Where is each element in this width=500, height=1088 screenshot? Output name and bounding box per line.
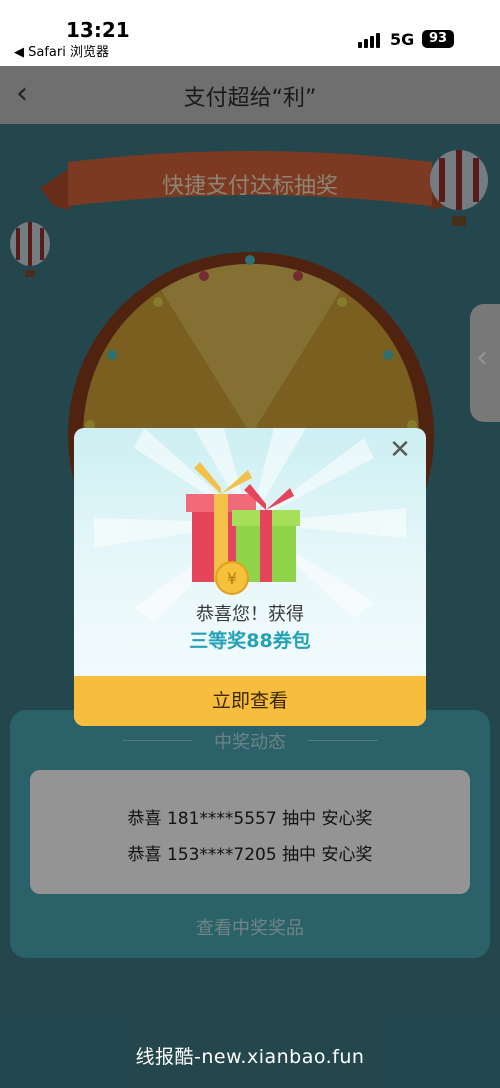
modal-prize-name: 三等奖88券包 (189, 630, 311, 652)
view-now-button[interactable]: 立即查看 (74, 676, 426, 726)
status-time: 13:21 (66, 18, 130, 42)
gift-icon: ¥ (186, 462, 300, 595)
modal-message: 恭喜您！获得 (196, 604, 304, 625)
status-bar: 13:21 ◀ Safari 浏览器 5G 93 (0, 0, 500, 66)
battery-icon: 93 (422, 30, 454, 48)
prize-modal: ✕ ¥ 恭喜您！获得 三等奖88券包 立即查看 (74, 428, 426, 726)
back-to-safari-link[interactable]: ◀ Safari 浏览器 (14, 41, 109, 60)
signal-icon (358, 32, 384, 48)
page-title: 支付超给“利” (183, 86, 317, 111)
nav-bar: ‹ 支付超给“利” (0, 66, 500, 124)
close-icon[interactable]: ✕ (386, 436, 414, 464)
svg-text:¥: ¥ (227, 569, 237, 588)
watermark: 线报酷-new.xianbao.fun (135, 1046, 365, 1068)
network-type: 5G (390, 30, 415, 49)
